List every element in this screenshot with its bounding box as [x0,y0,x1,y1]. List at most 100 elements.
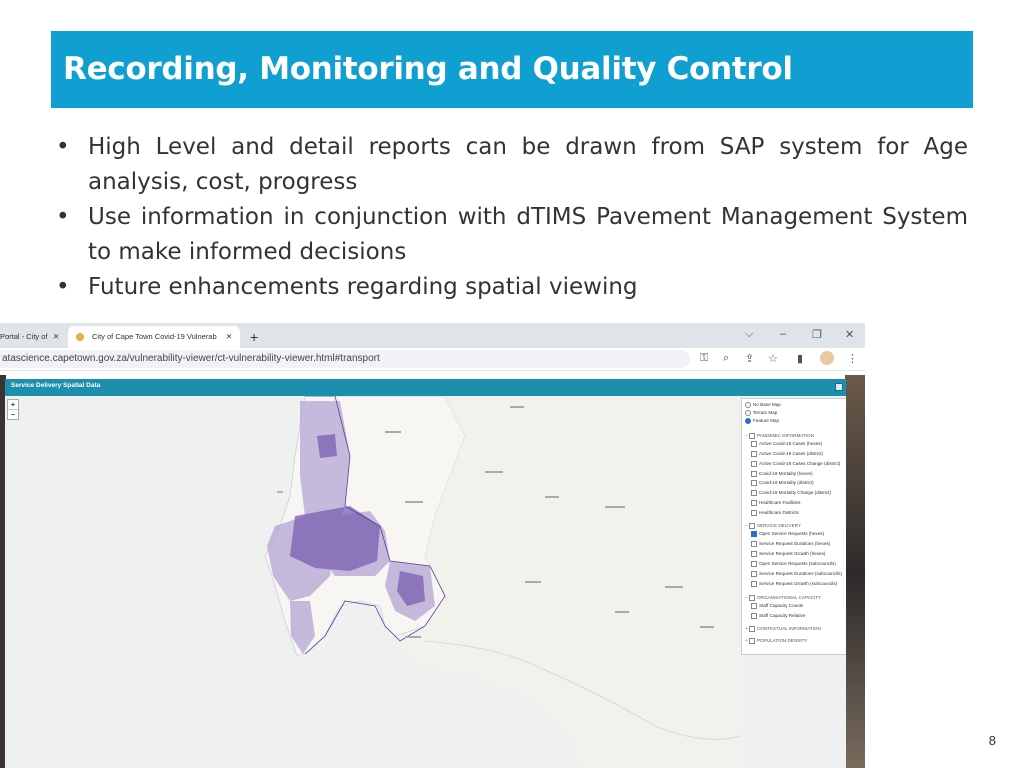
checkbox[interactable] [751,479,757,486]
option-label: Healthcare Facilities [759,500,801,505]
option-label: Service Request Growth (subcouncils) [759,581,838,586]
checkbox[interactable] [751,450,757,457]
option-label: Service Request Durations (subcouncils) [759,571,842,576]
minimize-icon[interactable]: – [780,328,786,340]
section-label: PANDEMIC INFORMATION [756,433,814,438]
layer-option[interactable]: Service Request Growth (hexes) [751,550,825,558]
basemap-option[interactable]: Feature Map [745,417,779,425]
layer-section-header[interactable]: − SERVICE DELIVERY [745,522,801,530]
layer-option[interactable]: Service Request Durations (hexes) [751,540,830,548]
layer-option[interactable]: Active Covid-19 Cases Change (district) [751,460,840,468]
layer-option[interactable]: Staff Capacity Relative [751,612,805,620]
app-header: Service Delivery Spatial Data [5,379,846,396]
bullet-item: • Use information in conjunction with dT… [50,200,968,270]
map-drawing [5,396,846,768]
basemap-option[interactable]: No Base Map [745,401,781,409]
layer-option[interactable]: Service Request Durations (subcouncils) [751,570,842,578]
checkbox[interactable] [751,602,757,609]
radio-button[interactable] [745,401,751,408]
checkbox[interactable] [748,637,755,644]
bullet-dot: • [56,134,70,160]
checkbox[interactable] [751,560,757,567]
checkbox[interactable] [751,489,757,496]
zoom-in-button[interactable]: + [8,400,18,410]
page-number: 8 [988,733,996,748]
checkbox[interactable] [751,612,757,619]
bullet-dot: • [56,204,70,230]
checkbox[interactable] [751,460,757,467]
option-label: Active Covid-19 Cases (hexes) [759,441,823,446]
hex-fragment [277,491,283,493]
map-canvas[interactable]: + − No Base Map Terrain Map Feature Map … [5,396,846,768]
desktop-wallpaper [845,375,865,768]
bullet-text: Future enhancements regarding spatial vi… [88,274,638,300]
option-label: Covid-19 Mortality (hexes) [759,471,813,476]
section-label: CONTEXTUAL INFORMATION [756,626,821,631]
layer-section-header[interactable]: + POPULATION DENSITY [745,637,807,645]
option-label: Healthcare Districts [759,510,799,515]
layer-section-header[interactable]: + CONTEXTUAL INFORMATION [745,625,821,633]
radio-button[interactable] [745,409,751,416]
slide-title-bar: Recording, Monitoring and Quality Contro… [51,31,973,108]
app-header-title: Service Delivery Spatial Data [11,382,101,389]
checkbox[interactable] [751,570,757,577]
checkbox[interactable] [751,499,757,506]
key-icon[interactable]: ⚿ [700,352,708,365]
checkbox[interactable] [748,432,755,439]
side-panel-icon[interactable]: ▮ [797,352,803,365]
checkbox[interactable] [748,522,755,529]
section-label: POPULATION DENSITY [756,638,808,643]
tab-search-icon[interactable]: ⌵ [745,328,753,341]
layer-option[interactable]: Open Service Requests (subcouncils) [751,560,836,568]
layer-section-header[interactable]: − ORGANISATIONAL CAPACITY [745,594,821,602]
section-label: ORGANISATIONAL CAPACITY [756,595,822,600]
option-label: Covid-19 Mortality (district) [759,480,814,485]
expand-icon[interactable] [835,383,843,391]
layer-option[interactable]: Healthcare Districts [751,509,799,517]
option-label: Open Service Requests (subcouncils) [759,561,836,566]
checkbox[interactable] [751,530,757,537]
url-field[interactable]: atascience.capetown.gov.za/vulnerability… [0,350,690,368]
layer-option[interactable]: Open Service Requests (hexes) [751,530,824,538]
profile-avatar[interactable] [820,351,834,365]
layer-option[interactable]: Staff Capacity Counts [751,602,803,610]
option-label: Open Service Requests (hexes) [759,531,825,536]
radio-button[interactable] [745,417,751,424]
checkbox[interactable] [751,470,757,477]
checkbox[interactable] [748,594,755,601]
close-icon[interactable]: ✕ [53,326,59,348]
zoom-control: + − [7,399,19,420]
zoom-icon[interactable]: ⌕ [723,352,729,365]
checkbox[interactable] [751,580,757,587]
checkbox[interactable] [751,509,757,516]
checkbox[interactable] [751,440,757,447]
layer-option[interactable]: Service Request Growth (subcouncils) [751,580,837,588]
maximize-icon[interactable]: ❐ [812,328,822,341]
more-menu-icon[interactable]: ⋮ [847,352,858,365]
layer-option[interactable]: Covid-19 Mortality Change (district) [751,489,831,497]
layer-option[interactable]: Covid-19 Mortality (district) [751,479,814,487]
option-label: Service Request Growth (hexes) [759,551,826,556]
zoom-out-button[interactable]: − [8,410,18,419]
close-icon[interactable]: ✕ [226,326,232,348]
bullet-text: Use information in conjunction with dTIM… [88,204,968,265]
checkbox[interactable] [751,550,757,557]
checkbox[interactable] [751,540,757,547]
layer-option[interactable]: Active Covid-19 Cases (hexes) [751,440,822,448]
layer-option[interactable]: Healthcare Facilities [751,499,800,507]
basemap-option[interactable]: Terrain Map [745,409,777,417]
share-icon[interactable]: ⇪ [745,352,754,365]
slide-title: Recording, Monitoring and Quality Contro… [63,51,793,87]
close-window-icon[interactable]: ✕ [845,328,854,341]
option-label: Covid-19 Mortality Change (district) [759,490,831,495]
tab-portal[interactable]: Portal - City of ✕ [0,326,72,348]
checkbox[interactable] [748,625,755,632]
tab-vulnerability-viewer[interactable]: City of Cape Town Covid-19 Vulnerabili ✕ [68,326,240,348]
layer-option[interactable]: Active Covid-19 Cases (district) [751,450,823,458]
browser-screenshot: Portal - City of ✕ City of Cape Town Cov… [0,323,865,768]
new-tab-button[interactable]: + [250,326,258,348]
bookmark-star-icon[interactable]: ☆ [768,352,778,365]
layer-panel: No Base Map Terrain Map Feature Map − PA… [741,398,846,655]
layer-section-header[interactable]: − PANDEMIC INFORMATION [745,432,814,440]
layer-option[interactable]: Covid-19 Mortality (hexes) [751,470,813,478]
